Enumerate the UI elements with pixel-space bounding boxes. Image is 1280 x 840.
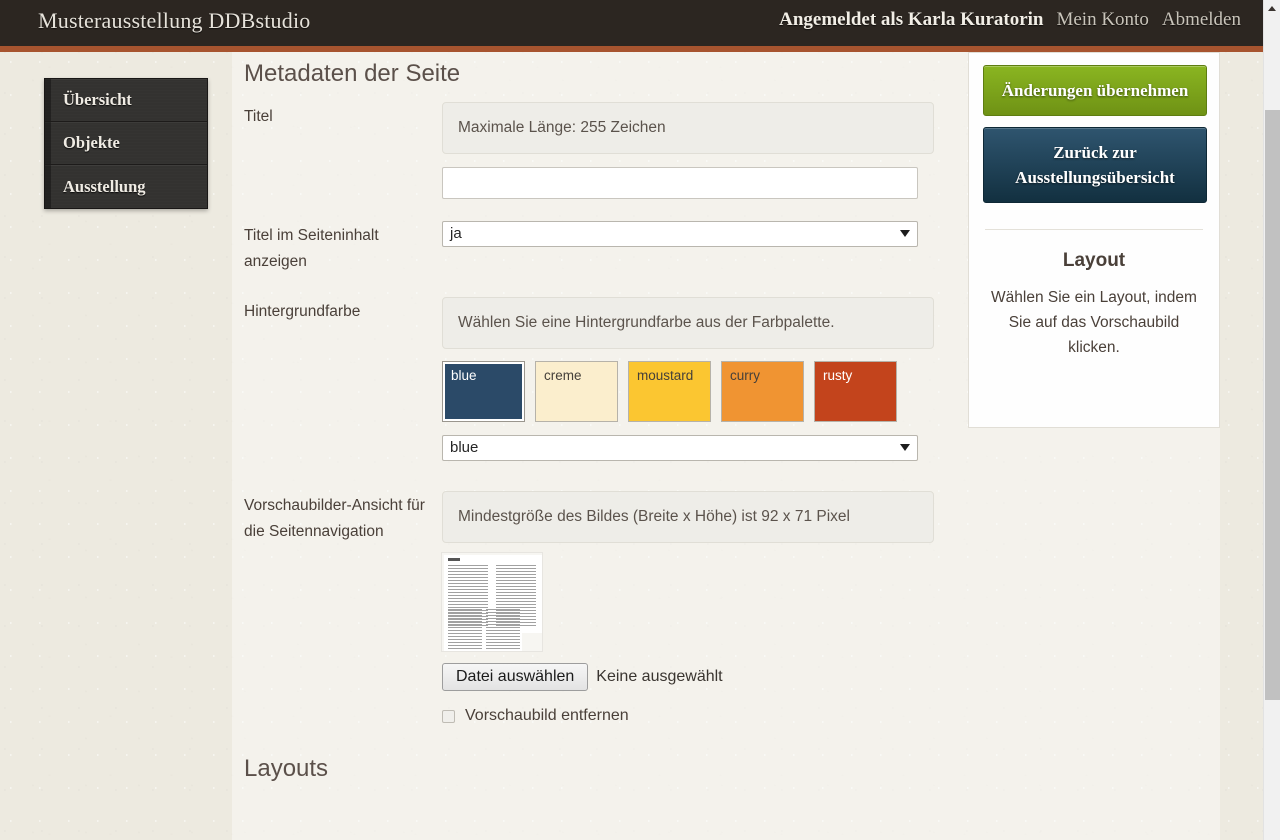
- scrollbar-thumb[interactable]: [1265, 110, 1280, 700]
- back-to-overview-button[interactable]: Zurück zur Ausstellungsübersicht: [983, 127, 1207, 203]
- card-divider: [985, 229, 1203, 230]
- color-swatch-label: creme: [544, 368, 582, 383]
- sidebar-item-label: Objekte: [63, 133, 120, 152]
- color-palette: blue creme moustard curry rusty: [442, 361, 934, 422]
- page-scrollbar[interactable]: [1263, 0, 1280, 840]
- scroll-up-arrow-icon[interactable]: [1264, 0, 1280, 17]
- field-titel-anzeigen: Titel im Seiteninhalt anzeigen ja: [244, 221, 934, 275]
- color-swatch-rusty[interactable]: rusty: [814, 361, 897, 422]
- color-swatch-label: rusty: [823, 368, 853, 383]
- sidebar-nav: Übersicht Objekte Ausstellung: [44, 78, 208, 209]
- hintergrundfarbe-hint-text: Wählen Sie eine Hintergrundfarbe aus der…: [442, 297, 934, 349]
- field-label-vorschaubild: Vorschaubilder-Ansicht für die Seitennav…: [244, 497, 425, 540]
- remove-thumbnail-row[interactable]: Vorschaubild entfernen: [442, 707, 934, 725]
- chevron-down-icon: [900, 444, 910, 451]
- hintergrundfarbe-select[interactable]: blue: [442, 435, 918, 461]
- header-accent-bar: [0, 46, 1263, 52]
- color-swatch-curry[interactable]: curry: [721, 361, 804, 422]
- sidebar-item-objekte[interactable]: Objekte: [45, 122, 207, 165]
- field-titel: Titel Maximale Länge: 255 Zeichen: [244, 102, 934, 199]
- color-swatch-label: curry: [730, 368, 760, 383]
- color-swatch-label: blue: [451, 368, 477, 383]
- field-label-titel-anzeigen: Titel im Seiteninhalt anzeigen: [244, 227, 379, 270]
- remove-thumbnail-label: Vorschaubild entfernen: [465, 707, 629, 724]
- sidebar-item-uebersicht[interactable]: Übersicht: [45, 79, 207, 122]
- chevron-down-icon: [900, 230, 910, 237]
- choose-file-button[interactable]: Datei auswählen: [442, 663, 589, 691]
- color-swatch-label: moustard: [637, 368, 694, 383]
- titel-anzeigen-select[interactable]: ja: [442, 221, 918, 247]
- field-hintergrundfarbe: Hintergrundfarbe Wählen Sie eine Hinterg…: [244, 297, 934, 461]
- site-brand-title: Musterausstellung DDBstudio: [38, 8, 311, 33]
- save-changes-button[interactable]: Änderungen übernehmen: [983, 65, 1207, 116]
- sidebar-item-ausstellung[interactable]: Ausstellung: [45, 165, 207, 208]
- file-upload-row: Datei auswählen Keine ausgewählt: [442, 663, 934, 691]
- header-user-area: Angemeldet als Karla Kuratorin Mein Kont…: [779, 9, 1241, 31]
- layouts-section-title: Layouts: [244, 755, 329, 782]
- selected-file-name: Keine ausgewählt: [596, 668, 723, 685]
- color-swatch-blue[interactable]: blue: [442, 361, 525, 422]
- sidebar-item-label: Ausstellung: [63, 176, 146, 196]
- page-title: Metadaten der Seite: [244, 60, 461, 87]
- color-swatch-moustard[interactable]: moustard: [628, 361, 711, 422]
- top-header-bar: Musterausstellung DDBstudio Angemeldet a…: [0, 0, 1263, 46]
- actions-card: Änderungen übernehmen Zurück zur Ausstel…: [968, 52, 1220, 428]
- page-viewport: Musterausstellung DDBstudio Angemeldet a…: [0, 0, 1263, 840]
- layout-panel-description: Wählen Sie ein Layout, indem Sie auf das…: [991, 289, 1197, 356]
- logout-link[interactable]: Abmelden: [1162, 9, 1241, 31]
- titel-input[interactable]: [442, 167, 918, 199]
- titel-hint-text: Maximale Länge: 255 Zeichen: [442, 102, 934, 154]
- metadata-form: Metadaten der Seite Titel Maximale Länge…: [244, 52, 934, 783]
- my-account-link[interactable]: Mein Konto: [1056, 9, 1148, 31]
- field-vorschaubild: Vorschaubilder-Ansicht für die Seitennav…: [244, 491, 934, 725]
- field-label-hintergrundfarbe: Hintergrundfarbe: [244, 303, 361, 320]
- color-swatch-creme[interactable]: creme: [535, 361, 618, 422]
- logged-in-user-status: Angemeldet als Karla Kuratorin: [779, 9, 1044, 30]
- sidebar-item-label: Übersicht: [63, 90, 132, 109]
- field-label-titel: Titel: [244, 108, 273, 125]
- remove-thumbnail-checkbox[interactable]: [442, 709, 455, 723]
- thumbnail-preview-image[interactable]: [442, 553, 542, 651]
- layout-panel-title: Layout: [1062, 250, 1126, 271]
- vorschaubild-hint-text: Mindestgröße des Bildes (Breite x Höhe) …: [442, 491, 934, 543]
